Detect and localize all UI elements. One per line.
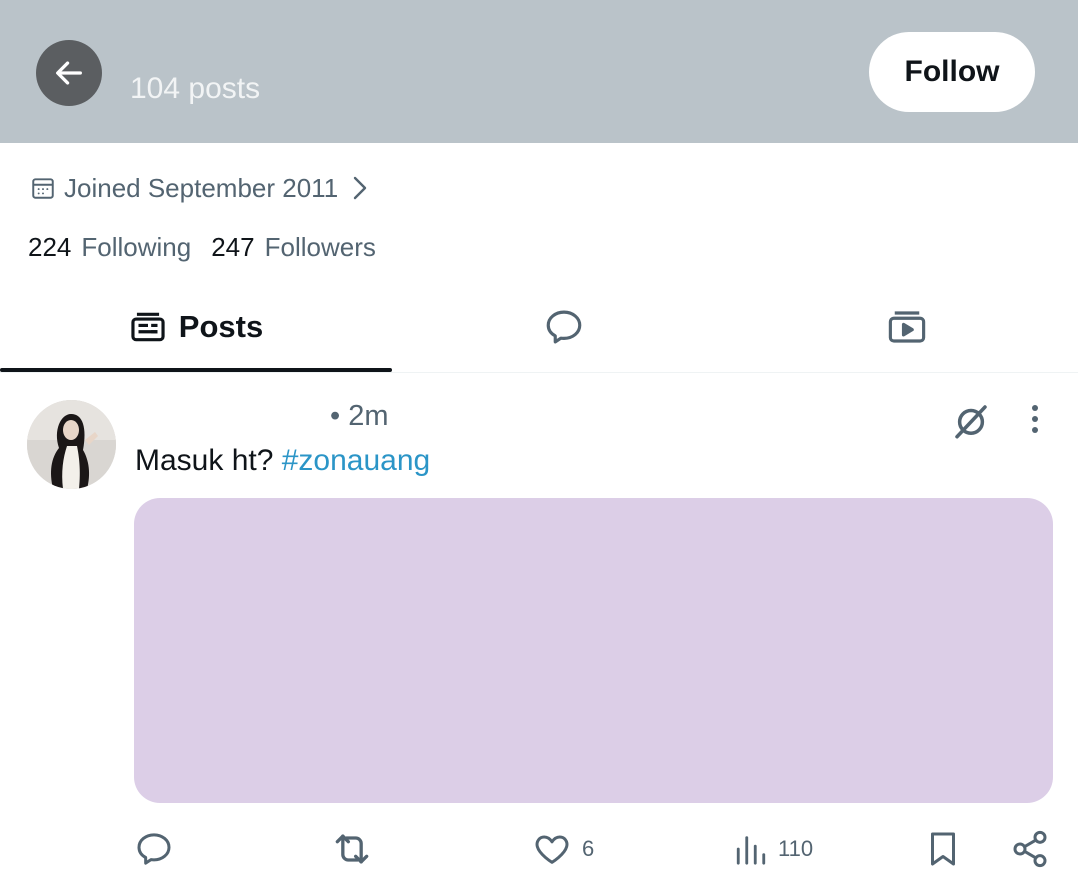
- arrow-left-icon: [52, 56, 86, 90]
- active-tab-indicator: [0, 368, 392, 372]
- posts-icon: [129, 308, 167, 346]
- calendar-icon: [30, 175, 56, 201]
- views-count: 110: [778, 836, 814, 861]
- profile-tabs: Posts: [0, 282, 1078, 373]
- repost-icon: [330, 827, 374, 871]
- post-text-body: Masuk ht?: [135, 444, 274, 477]
- share-icon: [1010, 829, 1050, 869]
- followers-link[interactable]: 247 Followers: [211, 232, 376, 263]
- profile-header: 104 posts Follow: [0, 0, 1078, 143]
- like-button[interactable]: 6: [532, 826, 594, 872]
- grok-icon[interactable]: [950, 400, 992, 447]
- follow-stats: 224 Following 247 Followers: [28, 232, 396, 263]
- repost-button[interactable]: [330, 826, 374, 872]
- post-actions: 6 110: [0, 826, 1078, 876]
- following-count: 224: [28, 232, 72, 262]
- following-label: Following: [81, 232, 192, 262]
- post-text: Masuk ht? #zonauang: [135, 444, 430, 478]
- views-button[interactable]: 110: [734, 826, 813, 872]
- back-button[interactable]: [36, 40, 102, 106]
- media-icon: [886, 306, 928, 348]
- post-media[interactable]: [134, 498, 1053, 803]
- avatar[interactable]: [27, 400, 116, 489]
- reply-icon: [134, 829, 174, 869]
- like-count: 6: [582, 836, 595, 861]
- tab-media[interactable]: [736, 282, 1078, 372]
- heart-icon: [532, 829, 572, 869]
- hashtag-link[interactable]: #zonauang: [282, 444, 430, 477]
- bookmark-button[interactable]: [925, 826, 961, 872]
- joined-date[interactable]: Joined September 2011: [30, 170, 370, 206]
- follow-button[interactable]: Follow: [869, 32, 1035, 112]
- views-icon: [734, 829, 768, 869]
- followers-count: 247: [211, 232, 255, 262]
- tab-posts-label: Posts: [178, 309, 264, 344]
- more-options-icon[interactable]: [1023, 403, 1047, 442]
- bookmark-icon: [925, 829, 961, 869]
- reply-button[interactable]: [134, 826, 174, 872]
- following-link[interactable]: 224 Following: [28, 232, 191, 263]
- tab-posts[interactable]: Posts: [0, 282, 392, 372]
- share-button[interactable]: [1010, 826, 1050, 872]
- post-count: 104 posts: [130, 72, 261, 105]
- replies-icon: [543, 306, 585, 348]
- followers-label: Followers: [264, 232, 376, 262]
- tab-replies[interactable]: [392, 282, 736, 372]
- chevron-right-icon: [350, 175, 370, 201]
- post-time: • 2m: [330, 400, 389, 432]
- joined-label: Joined September 2011: [64, 172, 339, 203]
